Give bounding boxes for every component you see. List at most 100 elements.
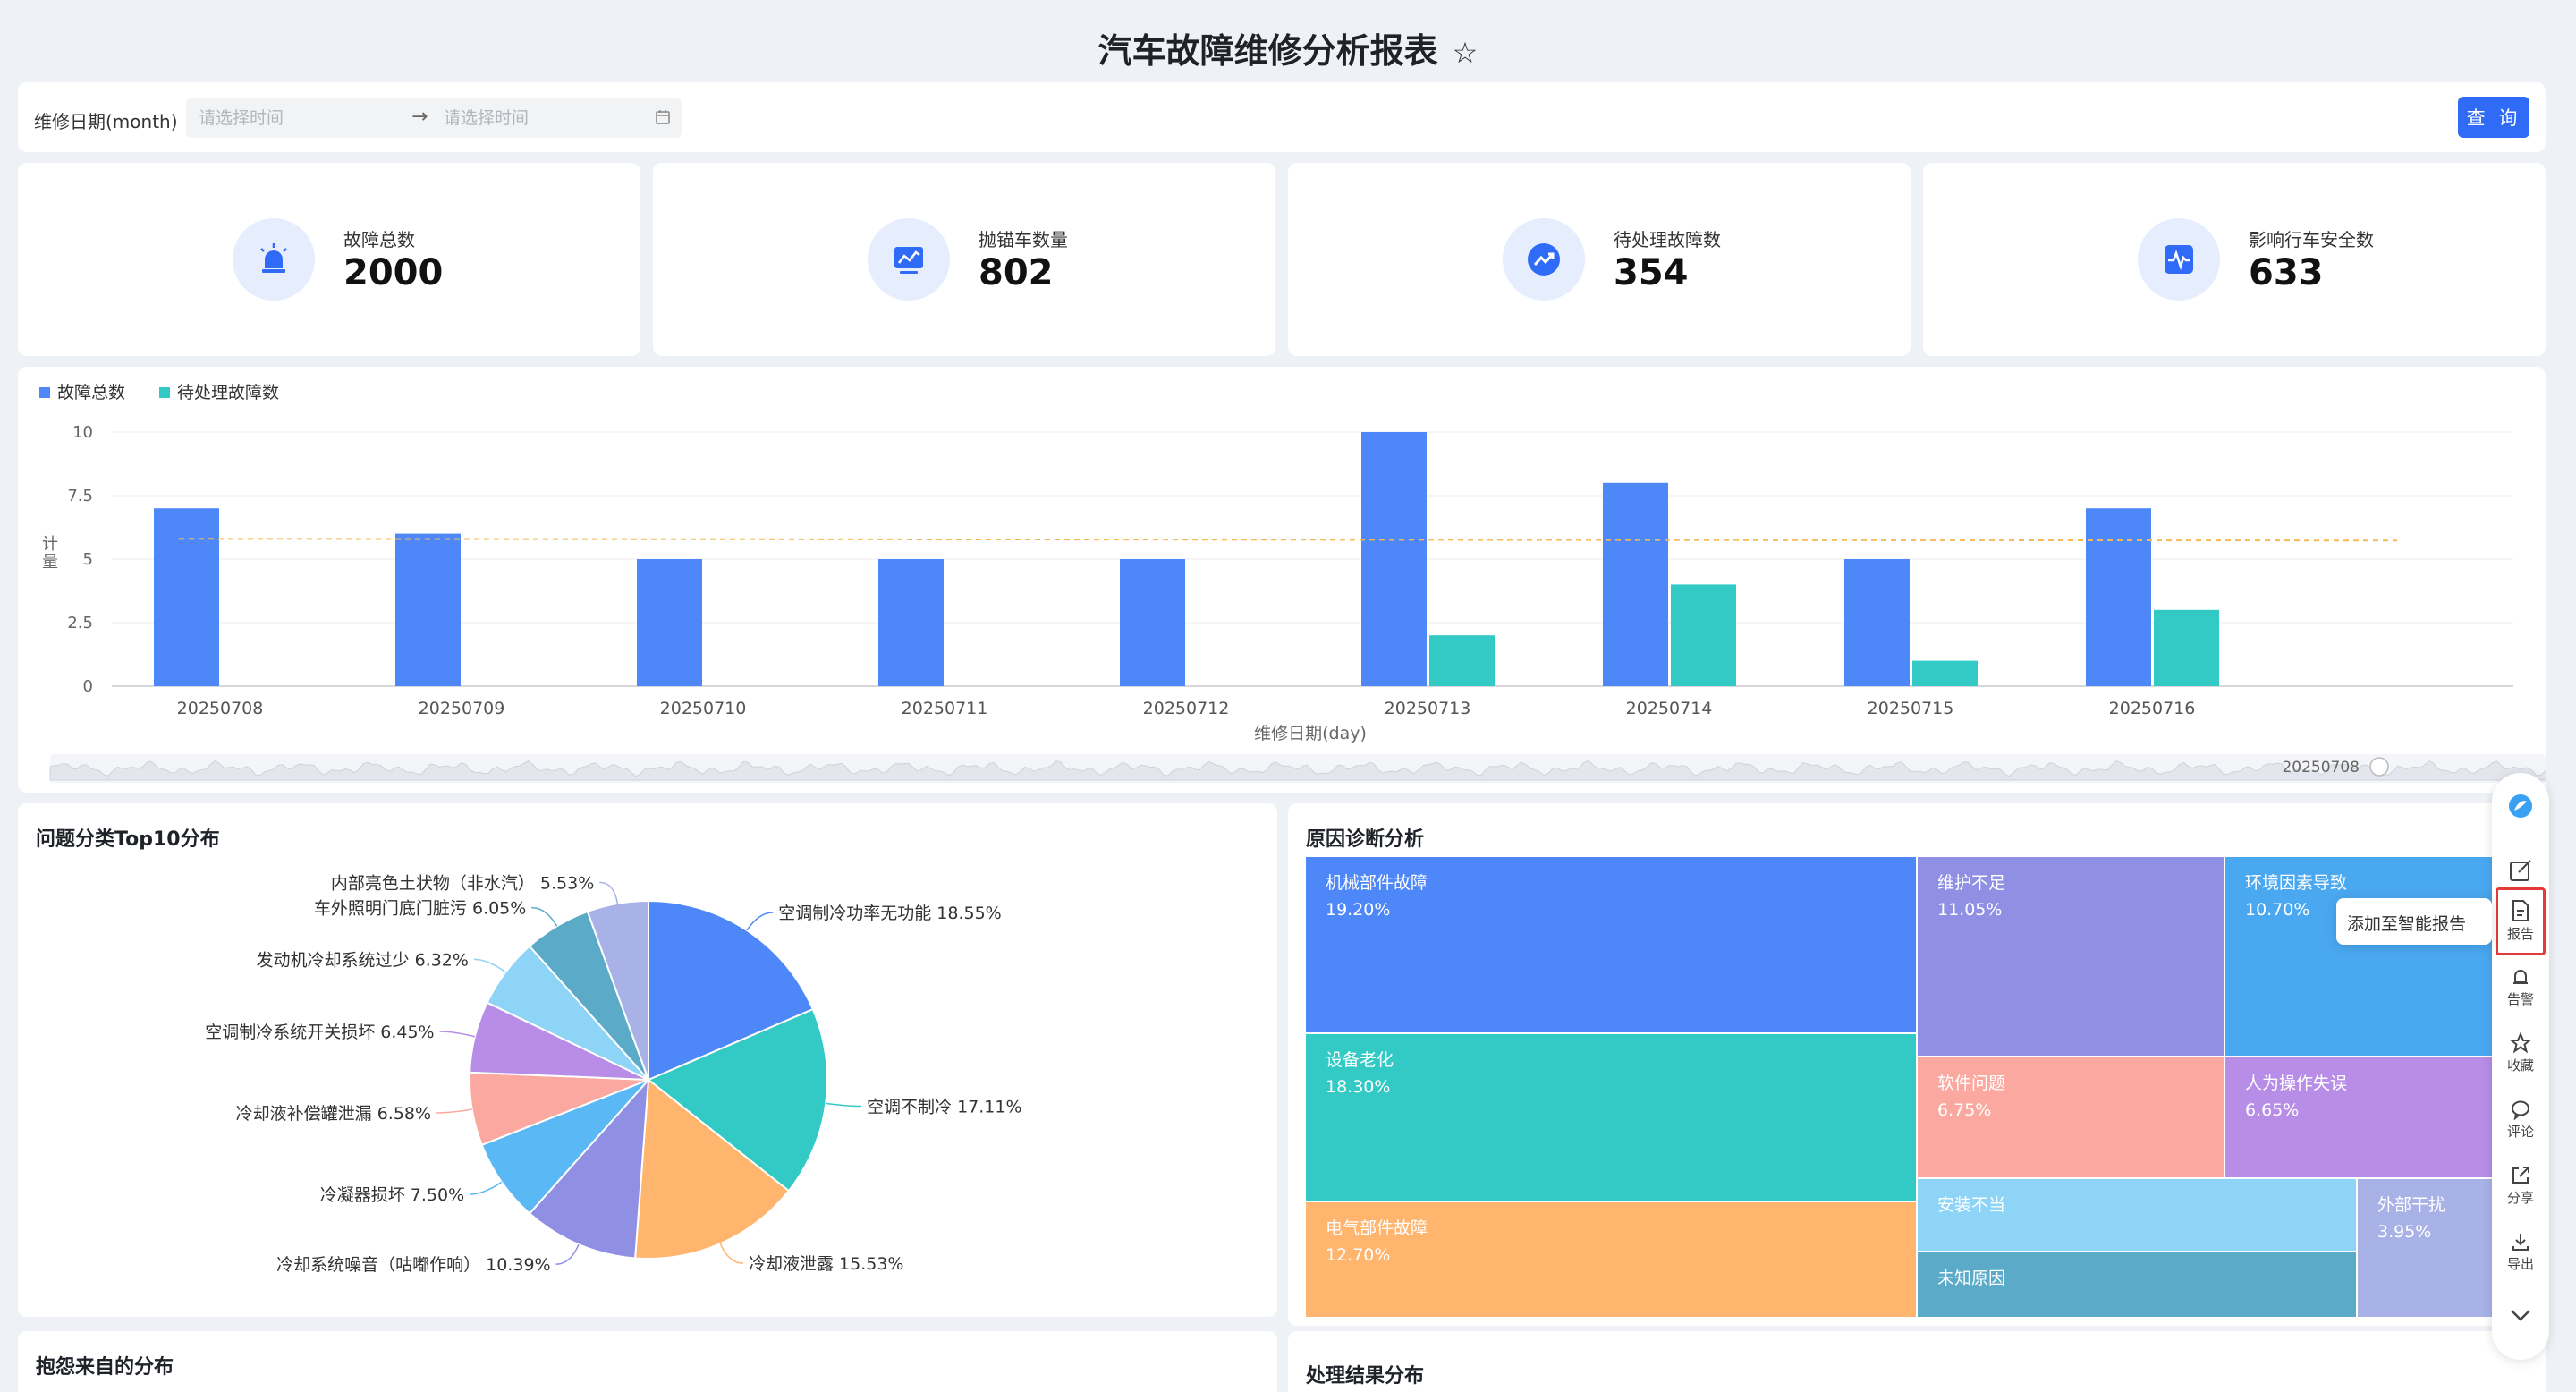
average-line: [178, 538, 2398, 542]
y-tick-label: 0: [83, 677, 93, 696]
pie-label: 冷却系统噪音（咕嘟作响） 10.39%: [276, 1255, 551, 1275]
bar: [2086, 508, 2151, 686]
kpi-card-safety-impact: 影响行车安全数 633: [1923, 163, 2546, 356]
y-axis-label: 计: [42, 535, 58, 554]
pie-leader-line: [531, 906, 558, 927]
treemap-tile-label: 电气部件故障: [1326, 1218, 1428, 1238]
kpi-value: 633: [2249, 252, 2324, 293]
y-tick-label: 2.5: [67, 614, 93, 632]
legend-swatch: [159, 387, 170, 398]
page-title-text: 汽车故障维修分析报表: [1097, 31, 1438, 71]
y-tick-label: 5: [83, 550, 93, 569]
treemap-tile[interactable]: 外部干扰 3.95%: [2358, 1179, 2499, 1317]
query-button[interactable]: 查 询: [2458, 97, 2529, 138]
treemap-tile-label: 安装不当: [1937, 1195, 2006, 1215]
treemap-tile[interactable]: 电气部件故障 12.70%: [1306, 1202, 1916, 1317]
complaint-source-card: 抱怨来自的分布: [18, 1331, 1277, 1392]
favorite-button[interactable]: 收藏: [2492, 1032, 2549, 1074]
report-label: 报告: [2506, 926, 2534, 942]
pie-label: 空调不制冷 17.11%: [867, 1098, 1021, 1117]
pie-label: 冷却液泄露 15.53%: [749, 1254, 904, 1274]
comment-button[interactable]: 评论: [2492, 1099, 2549, 1141]
export-button[interactable]: 导出: [2492, 1231, 2549, 1273]
side-toolbar: 报告 告警 收藏 评论 分享 导出: [2492, 773, 2549, 1360]
comment-icon: [2512, 1100, 2529, 1120]
pie-leader-line: [719, 1243, 744, 1264]
y-tick-label: 10: [72, 423, 93, 442]
bar: [1603, 482, 1668, 686]
alert-button[interactable]: 告警: [2492, 966, 2549, 1008]
bar: [395, 533, 461, 686]
kpi-value: 802: [979, 252, 1054, 293]
x-tick-label: 20250714: [1626, 699, 1713, 718]
x-tick-label: 20250709: [419, 699, 505, 718]
ai-logo-icon[interactable]: [2492, 793, 2549, 821]
start-date-input[interactable]: [199, 98, 404, 138]
pie-leader-line: [436, 1108, 472, 1114]
monitor-chart-icon: [868, 218, 950, 301]
favorite-star-icon[interactable]: ☆: [1453, 36, 1479, 70]
kpi-label: 故障总数: [343, 229, 415, 250]
zoom-slider-label: 20250708: [2282, 759, 2360, 777]
kpi-card-pending-faults: 待处理故障数 354: [1288, 163, 1911, 356]
comment-label: 评论: [2506, 1124, 2534, 1140]
star-icon: [2510, 1032, 2531, 1054]
x-tick-label: 20250708: [177, 699, 264, 718]
pie-leader-line: [473, 958, 506, 973]
pie-leader-line: [470, 1181, 503, 1195]
trend-up-icon: [1503, 218, 1585, 301]
kpi-card-total-faults: 故障总数 2000: [18, 163, 640, 356]
arrow-right-icon: →: [411, 106, 428, 128]
pie-leader-line: [555, 1243, 580, 1265]
pie-chart-card: 问题分类Top10分布 空调制冷功率无功能 18.55% 空调不制冷 17.11%…: [18, 803, 1277, 1317]
kpi-label: 待处理故障数: [1614, 229, 1721, 250]
bar: [1671, 584, 1736, 686]
export-label: 导出: [2506, 1256, 2534, 1272]
treemap: 机械部件故障 19.20% 维护不足 11.05% 环境因素导致 10.70% 设备老化 18…: [1306, 857, 2499, 1317]
bar: [1120, 559, 1185, 686]
treemap-tile-label: 未知原因: [1937, 1269, 2006, 1288]
treemap-card: 原因诊断分析 机械部件故障 19.20% 维护不足 11.05% 环境因素导致 10.70…: [1288, 803, 2546, 1326]
pie-label: 发动机冷却系统过少 6.32%: [257, 950, 469, 970]
report-icon: [2512, 900, 2529, 921]
alert-label: 告警: [2506, 991, 2534, 1007]
treemap-tile[interactable]: 维护不足 11.05%: [1918, 857, 2224, 1056]
result-distribution-card: 处理结果分布: [1288, 1331, 2546, 1392]
treemap-tile[interactable]: 安装不当: [1918, 1179, 2356, 1251]
pie-leader-line: [439, 1031, 476, 1038]
page-title: 汽车故障维修分析报表 ☆: [0, 23, 2576, 72]
pie-leader-line: [826, 1102, 862, 1108]
date-range-picker[interactable]: →: [186, 98, 682, 138]
treemap-tile[interactable]: 机械部件故障 19.20%: [1306, 857, 1916, 1032]
treemap-tile-label: 外部干扰: [2377, 1195, 2446, 1215]
x-tick-label: 20250711: [902, 699, 988, 718]
legend-swatch: [39, 387, 50, 398]
treemap-tile-value: 12.70%: [1326, 1245, 1391, 1265]
edit-icon[interactable]: [2492, 857, 2549, 886]
treemap-tile[interactable]: 设备老化 18.30%: [1306, 1034, 1916, 1201]
kpi-label: 抛锚车数量: [979, 229, 1068, 250]
bar: [154, 508, 219, 686]
calendar-icon: [656, 110, 670, 124]
end-date-input[interactable]: [444, 98, 640, 138]
treemap-tile[interactable]: 环境因素导致 10.70%: [2225, 857, 2499, 1056]
y-axis-label: 量: [42, 553, 58, 572]
zoom-slider-handle: [2369, 757, 2389, 777]
treemap-tile[interactable]: 未知原因: [1918, 1252, 2356, 1317]
x-tick-label: 20250712: [1143, 699, 1230, 718]
treemap-tile-value: 19.20%: [1326, 900, 1391, 920]
pie-label: 车外照明门底门脏污 6.05%: [314, 899, 526, 919]
treemap-tile[interactable]: 软件问题 6.75%: [1918, 1057, 2224, 1177]
treemap-tile[interactable]: 人为操作失误 6.65%: [2225, 1057, 2499, 1177]
treemap-tile-value: 6.75%: [1937, 1100, 1992, 1120]
x-tick-label: 20250713: [1385, 699, 1471, 718]
kpi-card-breakdown-vehicles: 抛锚车数量 802: [653, 163, 1275, 356]
pie-leader-line: [599, 881, 619, 904]
chevron-down-icon[interactable]: [2492, 1306, 2549, 1326]
pie-label: 冷却液补偿罐泄漏 6.58%: [236, 1104, 431, 1124]
report-button[interactable]: 报告: [2496, 887, 2546, 955]
treemap-tile-value: 3.95%: [2377, 1222, 2432, 1242]
heartbeat-icon: [2138, 218, 2220, 301]
treemap-tile-label: 设备老化: [1326, 1050, 1394, 1070]
share-button[interactable]: 分享: [2492, 1165, 2549, 1207]
